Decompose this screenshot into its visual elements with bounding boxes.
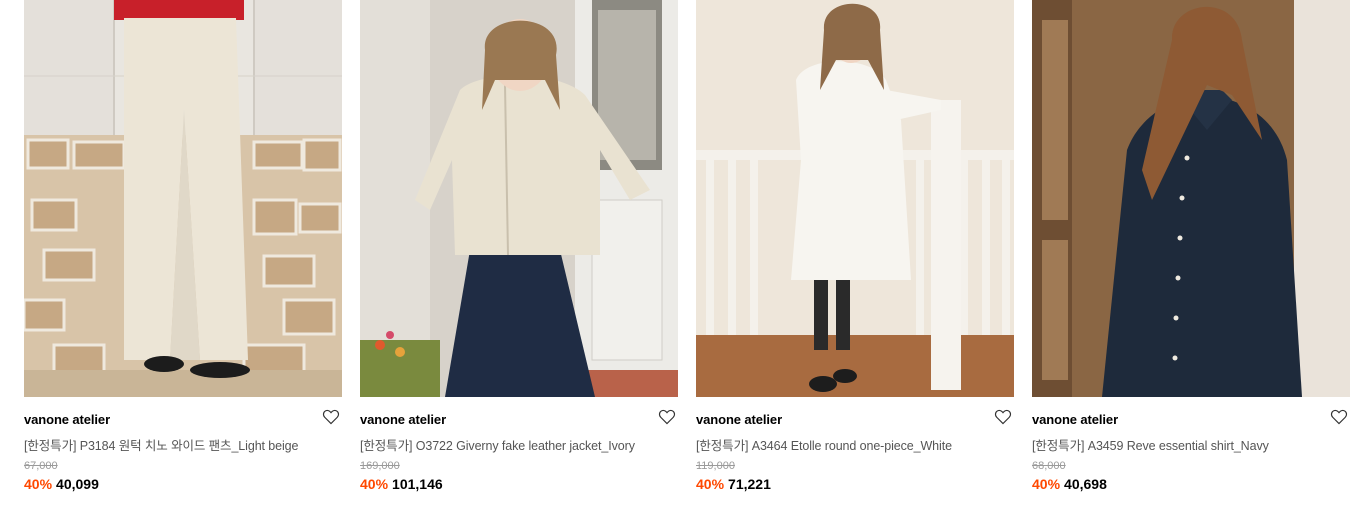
heart-outline-icon[interactable] <box>322 409 340 425</box>
product-title[interactable]: [한정특가] A3459 Reve essential shirt_Navy <box>1032 435 1269 454</box>
heart-outline-icon[interactable] <box>658 409 676 425</box>
review-meta <box>24 500 114 508</box>
product-image[interactable] <box>1032 0 1350 397</box>
product-card[interactable]: vanone atelier [한정특가] A3459 Reve essenti… <box>1032 0 1350 508</box>
review-meta <box>360 500 450 508</box>
sale-price: 40,099 <box>56 476 99 492</box>
brand-name[interactable]: vanone atelier <box>24 412 110 427</box>
product-title[interactable]: [한정특가] P3184 원턱 치노 와이드 팬츠_Light beige <box>24 435 298 454</box>
original-price: 169,000 <box>360 460 400 472</box>
discount-rate: 40% <box>1032 476 1061 492</box>
product-card[interactable]: vanone atelier [한정특가] P3184 원턱 치노 와이드 팬츠… <box>24 0 342 508</box>
product-title[interactable]: [한정특가] O3722 Giverny fake leather jacket… <box>360 435 635 454</box>
heart-outline-icon[interactable] <box>994 409 1012 425</box>
review-meta <box>1032 500 1122 508</box>
discount-rate: 40% <box>696 476 725 492</box>
brand-name[interactable]: vanone atelier <box>360 412 446 427</box>
price-row: 40% 71,221 <box>696 476 771 492</box>
product-grid: vanone atelier [한정특가] P3184 원턱 치노 와이드 팬츠… <box>24 0 1350 508</box>
original-price: 68,000 <box>1032 460 1066 472</box>
product-title[interactable]: [한정특가] A3464 Etolle round one-piece_Whit… <box>696 435 952 454</box>
discount-rate: 40% <box>360 476 389 492</box>
review-meta <box>696 500 786 508</box>
product-image[interactable] <box>24 0 342 397</box>
product-card[interactable]: vanone atelier [한정특가] A3464 Etolle round… <box>696 0 1014 508</box>
product-image[interactable] <box>696 0 1014 397</box>
discount-rate: 40% <box>24 476 53 492</box>
sale-price: 101,146 <box>392 476 443 492</box>
price-row: 40% 40,099 <box>24 476 99 492</box>
price-row: 40% 40,698 <box>1032 476 1107 492</box>
price-row: 40% 101,146 <box>360 476 443 492</box>
brand-name[interactable]: vanone atelier <box>1032 412 1118 427</box>
brand-name[interactable]: vanone atelier <box>696 412 782 427</box>
sale-price: 71,221 <box>728 476 771 492</box>
product-card[interactable]: vanone atelier [한정특가] O3722 Giverny fake… <box>360 0 678 508</box>
sale-price: 40,698 <box>1064 476 1107 492</box>
original-price: 67,000 <box>24 460 58 472</box>
product-image[interactable] <box>360 0 678 397</box>
heart-outline-icon[interactable] <box>1330 409 1348 425</box>
original-price: 119,000 <box>696 460 735 472</box>
